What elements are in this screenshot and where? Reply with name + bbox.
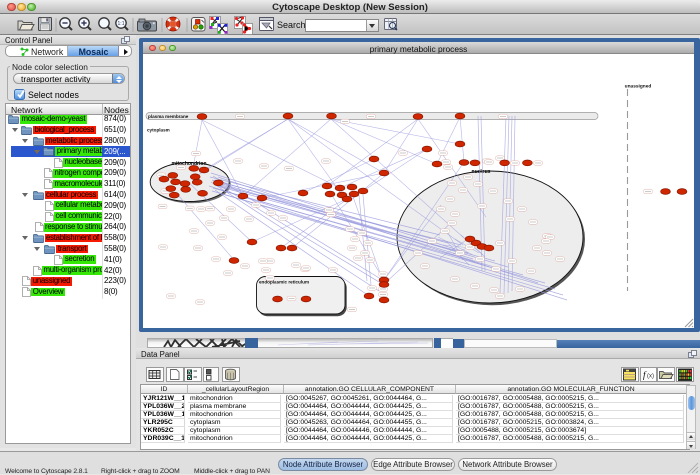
svg-text:plasma membrane: plasma membrane — [148, 114, 189, 119]
svg-text:(x): (x) — [647, 374, 654, 380]
svg-text:unassigned: unassigned — [625, 84, 652, 90]
svg-text:nucleus: nucleus — [472, 169, 491, 175]
svg-text:cytoplasm: cytoplasm — [147, 128, 170, 133]
svg-text:1:1: 1:1 — [118, 21, 125, 27]
